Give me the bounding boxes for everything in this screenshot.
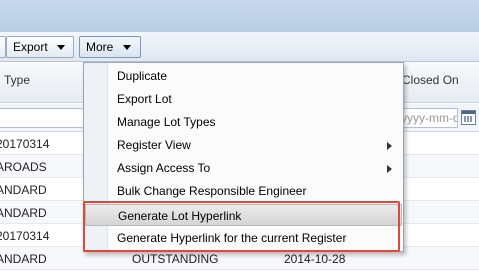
- menu-item-label: Duplicate: [117, 69, 168, 83]
- export-button-label: Export: [13, 40, 48, 54]
- menu-item-label: Bulk Change Responsible Engineer: [117, 184, 307, 198]
- chevron-down-icon: [122, 45, 131, 51]
- cell-status: OUTSTANDING: [132, 252, 219, 266]
- chevron-right-icon: [387, 142, 392, 150]
- cell-date: 2014-10-28: [284, 252, 346, 266]
- more-button-label: More: [86, 40, 114, 54]
- toolbar: Export More: [0, 32, 479, 62]
- menu-item-assign-access-to[interactable]: Assign Access To: [85, 157, 402, 179]
- menu-item-label: Export Lot: [117, 92, 172, 106]
- menu-item-duplicate[interactable]: Duplicate: [85, 65, 402, 87]
- menu-item-label: Register View: [117, 138, 191, 152]
- cell-type: 20170314: [0, 229, 50, 243]
- cell-type: AROADS: [0, 160, 47, 174]
- menu-item-label: Generate Lot Hyperlink: [118, 209, 242, 223]
- cell-type: ANDARD: [0, 252, 47, 266]
- more-dropdown-menu: Duplicate Export Lot Manage Lot Types Re…: [83, 62, 404, 252]
- menu-item-register-view[interactable]: Register View: [85, 134, 402, 156]
- menu-item-label: Manage Lot Types: [117, 115, 216, 129]
- closed-on-date-input[interactable]: yyyy-mm-dd: [398, 108, 458, 128]
- cell-type: ANDARD: [0, 206, 47, 220]
- menu-item-export-lot[interactable]: Export Lot: [85, 88, 402, 110]
- column-header-type[interactable]: Type: [4, 73, 30, 87]
- type-filter-input[interactable]: [0, 108, 84, 128]
- export-button[interactable]: Export: [6, 36, 74, 58]
- more-button[interactable]: More: [79, 36, 141, 58]
- chevron-down-icon: [57, 45, 66, 51]
- menu-item-generate-lot-hyperlink[interactable]: Generate Lot Hyperlink: [85, 204, 402, 226]
- menu-item-bulk-change-engineer[interactable]: Bulk Change Responsible Engineer: [85, 180, 402, 202]
- menu-item-manage-lot-types[interactable]: Manage Lot Types: [85, 111, 402, 133]
- menu-item-generate-register-hyperlink[interactable]: Generate Hyperlink for the current Regis…: [85, 227, 402, 249]
- cell-type: 20170314: [0, 137, 50, 151]
- column-header-closed-on[interactable]: Closed On: [402, 73, 459, 87]
- chevron-right-icon: [387, 165, 392, 173]
- calendar-icon[interactable]: [461, 110, 476, 125]
- app-header-band: [0, 0, 479, 32]
- cell-type: ANDARD: [0, 183, 47, 197]
- menu-item-label: Assign Access To: [117, 161, 211, 175]
- menu-item-label: Generate Hyperlink for the current Regis…: [117, 231, 347, 245]
